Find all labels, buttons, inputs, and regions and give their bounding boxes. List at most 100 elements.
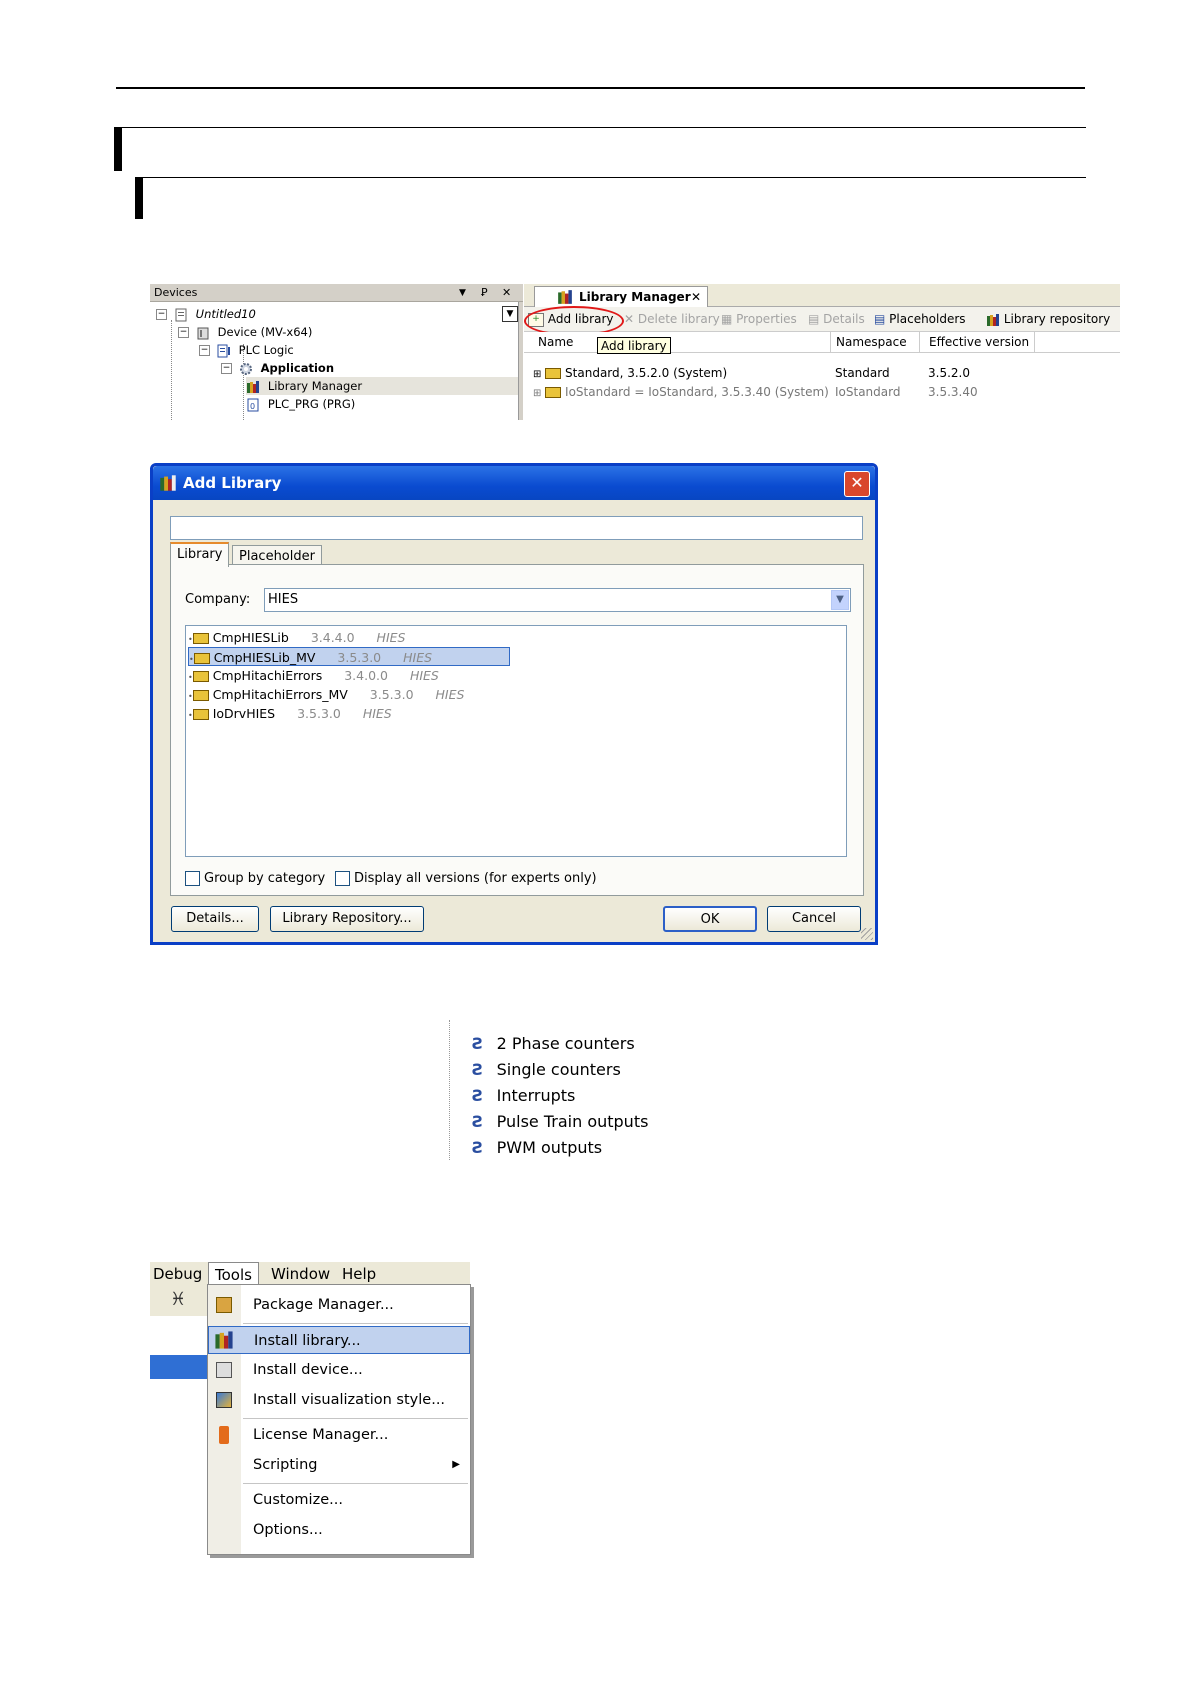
display-all-versions-checkbox[interactable]: Display all versions (for experts only) — [335, 871, 597, 887]
list-item[interactable]: • CmpHIESLib_MV 3.5.3.0 HIES — [188, 647, 510, 666]
panel-scroll-button[interactable]: ▼ — [502, 306, 518, 322]
menu-help[interactable]: Help — [342, 1265, 376, 1283]
binoculars-icon[interactable]: ♓ — [170, 1290, 186, 1310]
collapse-icon[interactable]: − — [199, 345, 210, 356]
column-name[interactable]: Name — [538, 335, 573, 349]
row-namespace: IoStandard — [835, 385, 901, 399]
menu-item-label: Install device... — [253, 1362, 363, 1378]
library-version: 3.5.3.0 — [369, 687, 414, 702]
library-tab-panel: Company: HIES ▼ • CmpHIESLib 3.4.4.0 HIE… — [170, 564, 864, 896]
tree-label: Untitled10 — [195, 307, 256, 321]
list-item-2-phase-counters[interactable]: Ƨ 2 Phase counters — [472, 1034, 635, 1054]
menu-item-install-visualization-style[interactable]: Install visualization style... — [208, 1386, 470, 1414]
library-company: HIES — [376, 630, 406, 645]
menu-item-license-manager[interactable]: License Manager... — [208, 1421, 470, 1449]
row-name: Standard, 3.5.2.0 (System) — [565, 366, 728, 380]
close-icon[interactable]: ✕ — [691, 287, 701, 307]
button-label: Details... — [186, 911, 244, 926]
library-repository-button[interactable]: Library repository — [986, 311, 1110, 327]
list-item[interactable]: • CmpHitachiErrors_MV 3.5.3.0 HIES — [188, 685, 464, 704]
button-label: Cancel — [791, 911, 837, 926]
expand-icon[interactable]: ⊞ — [533, 388, 541, 399]
function-block-icon: Ƨ — [472, 1138, 484, 1157]
menu-window[interactable]: Window — [271, 1265, 330, 1283]
library-list[interactable]: • CmpHIESLib 3.4.4.0 HIES • CmpHIESLib_M… — [185, 625, 847, 857]
expand-icon[interactable]: ⊞ — [533, 369, 541, 380]
menu-debug[interactable]: Debug — [153, 1265, 202, 1283]
company-label: Company: — [185, 592, 251, 607]
collapse-icon[interactable]: − — [156, 309, 167, 320]
dropdown-arrow-icon[interactable]: ▼ — [459, 284, 466, 302]
company-value: HIES — [268, 592, 299, 607]
checkbox-box[interactable] — [335, 871, 350, 886]
menu-item-install-library[interactable]: Install library... — [208, 1326, 470, 1354]
list-item-pulse-train-outputs[interactable]: Ƨ Pulse Train outputs — [472, 1112, 648, 1132]
ok-button[interactable]: OK — [663, 906, 757, 932]
item-label: Pulse Train outputs — [496, 1112, 649, 1131]
tab-library[interactable]: Library — [170, 542, 230, 567]
chevron-down-icon[interactable]: ▼ — [831, 590, 849, 610]
page-top-rule — [116, 87, 1085, 89]
list-item[interactable]: • CmpHIESLib 3.4.4.0 HIES — [188, 628, 405, 647]
group-by-category-checkbox[interactable]: Group by category — [185, 871, 325, 887]
delete-library-button[interactable]: ✕ Delete library — [624, 311, 720, 327]
tree-node-project[interactable]: − Untitled10 — [156, 305, 256, 323]
library-icon — [987, 313, 999, 326]
checkbox-box[interactable] — [185, 871, 200, 886]
button-label: OK — [700, 912, 720, 927]
list-item[interactable]: • CmpHitachiErrors 3.4.0.0 HIES — [188, 666, 439, 685]
tree-node-device[interactable]: − Device (MV-x64) — [178, 323, 312, 341]
library-repository-button[interactable]: Library Repository... — [270, 906, 424, 932]
menu-item-package-manager[interactable]: Package Manager... — [208, 1291, 470, 1319]
menu-item-scripting[interactable]: Scripting ▶ — [208, 1451, 470, 1479]
panel-splitter[interactable] — [518, 302, 523, 420]
placeholders-button[interactable]: ▤ Placeholders — [874, 311, 966, 327]
list-item[interactable]: • IoDrvHIES 3.5.3.0 HIES — [188, 704, 392, 723]
list-item-interrupts[interactable]: Ƨ Interrupts — [472, 1086, 575, 1106]
submenu-arrow-icon: ▶ — [452, 1459, 460, 1470]
close-icon[interactable]: ✕ — [502, 284, 511, 302]
tab-label: Library — [177, 547, 223, 562]
library-version: 3.4.4.0 — [310, 630, 355, 645]
column-effective-version[interactable]: Effective version — [929, 335, 1029, 349]
menu-separator — [243, 1418, 468, 1419]
list-item-pwm-outputs[interactable]: Ƨ PWM outputs — [472, 1138, 602, 1158]
resize-grip-icon[interactable] — [861, 928, 873, 940]
menu-item-customize[interactable]: Customize... — [208, 1486, 470, 1514]
item-label: Interrupts — [496, 1086, 576, 1105]
section-rule — [122, 127, 1086, 128]
tree-node-plc-prg[interactable]: 0 PLC_PRG (PRG) — [246, 395, 355, 413]
menu-bar: Debug Tools Window Help — [150, 1262, 470, 1287]
library-row[interactable]: ⊞ IoStandard = IoStandard, 3.5.3.40 (Sys… — [533, 385, 1120, 399]
tree-label: Application — [260, 361, 335, 375]
package-icon — [216, 1297, 232, 1313]
tree-guides — [171, 320, 173, 420]
collapse-icon[interactable]: − — [178, 327, 189, 338]
properties-button[interactable]: ▦ Properties — [721, 311, 797, 327]
cancel-button[interactable]: Cancel — [767, 906, 861, 932]
list-item-single-counters[interactable]: Ƨ Single counters — [472, 1060, 621, 1080]
tree-node-plc-logic[interactable]: − PLC Logic — [199, 341, 294, 359]
collapse-icon[interactable]: − — [221, 363, 232, 374]
tree-node-library-manager[interactable]: Library Manager — [246, 377, 523, 395]
pin-icon[interactable]: Ꝑ — [481, 284, 488, 302]
menu-item-label: Install visualization style... — [253, 1392, 446, 1408]
close-button[interactable]: ✕ — [844, 471, 870, 497]
tooltip-text: Add library — [601, 339, 667, 353]
details-button[interactable]: Details... — [171, 906, 259, 932]
menu-item-options[interactable]: Options... — [208, 1516, 470, 1544]
function-block-icon: Ƨ — [472, 1060, 484, 1079]
library-row[interactable]: ⊞ Standard, 3.5.2.0 (System) Standard 3.… — [533, 366, 1120, 380]
library-company: HIES — [435, 687, 465, 702]
column-namespace[interactable]: Namespace — [836, 335, 907, 349]
company-select[interactable]: HIES ▼ — [264, 588, 851, 612]
tree-node-application[interactable]: − Application — [221, 359, 334, 377]
search-input[interactable] — [170, 516, 863, 540]
details-button[interactable]: ▤ Details — [808, 311, 865, 327]
library-manager-screenshot: Devices ▼ Ꝑ ✕ − Untitled10 − Device (MV-… — [150, 284, 1120, 420]
menu-item-install-device[interactable]: Install device... — [208, 1356, 470, 1384]
tab-library-manager[interactable]: Library Manager ✕ — [534, 286, 708, 307]
plc-logic-icon — [217, 344, 230, 357]
counter-tree-guide — [449, 1020, 451, 1160]
library-ref-icon — [545, 368, 562, 379]
